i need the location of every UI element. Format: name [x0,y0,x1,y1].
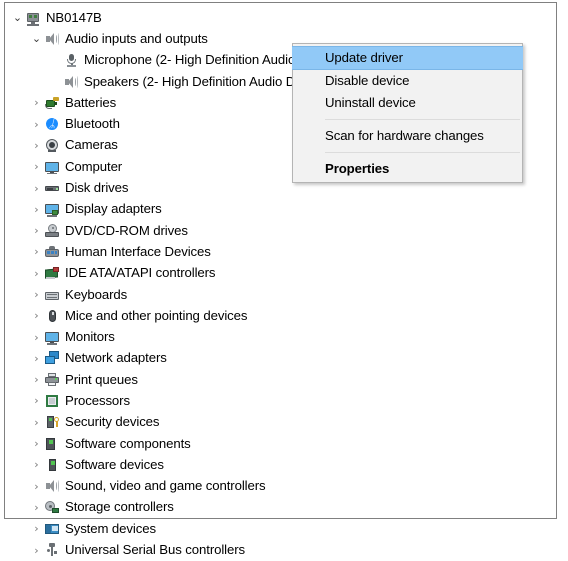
chevron-right-icon[interactable]: › [29,97,44,108]
tree-item-label: Display adapters [65,201,162,217]
tree-item-label: Software devices [65,456,164,472]
ide-controller-icon [44,265,60,281]
chevron-right-icon[interactable]: › [29,353,44,364]
tree-item-label: Storage controllers [65,499,174,515]
chevron-right-icon[interactable]: › [29,204,44,215]
network-adapter-icon [44,350,60,366]
dvd-drive-icon [44,223,60,239]
chevron-right-icon[interactable]: › [29,310,44,321]
processor-icon [44,393,60,409]
chevron-right-icon[interactable]: › [29,374,44,385]
chevron-right-icon[interactable]: › [29,119,44,130]
mouse-icon [44,308,60,324]
chevron-right-icon[interactable]: › [29,502,44,513]
tree-item[interactable]: › Human Interface Devices [5,241,556,262]
menu-item-scan-for-hardware-changes[interactable]: Scan for hardware changes [293,125,522,147]
tree-item-label: Keyboards [65,286,128,302]
tree-item-label: Security devices [65,414,160,430]
chevron-right-icon[interactable]: › [29,183,44,194]
chevron-right-icon[interactable]: › [29,545,44,556]
tree-item[interactable]: › Software devices [5,454,556,475]
battery-icon [44,95,60,111]
chevron-right-icon[interactable]: › [29,459,44,470]
menu-item-update-driver[interactable]: Update driver [292,46,523,70]
tree-item[interactable]: › Print queues [5,369,556,390]
speaker-icon [44,31,60,47]
tree-item-label: IDE ATA/ATAPI controllers [65,265,216,281]
menu-item-disable-device[interactable]: Disable device [293,70,522,92]
window-frame: ⌄ NB0147B ⌄ Audio inputs and outputs Microph… [4,2,557,557]
chevron-right-icon[interactable]: › [29,268,44,279]
monitor-icon [44,329,60,345]
disk-drive-icon [44,180,60,196]
chevron-right-icon[interactable]: › [29,246,44,257]
tree-item[interactable]: › Storage controllers [5,497,556,518]
tree-item-label: DVD/CD-ROM drives [65,222,188,238]
software-component-icon [44,436,60,452]
tree-item[interactable]: › Universal Serial Bus controllers [5,539,556,560]
menu-separator [325,119,520,120]
tree-item-label: Batteries [65,94,117,110]
chevron-right-icon[interactable]: › [29,140,44,151]
tree-item-label: Cameras [65,137,118,153]
microphone-icon [63,52,79,68]
chevron-right-icon[interactable]: › [29,289,44,300]
tree-item[interactable]: › Processors [5,390,556,411]
chevron-right-icon[interactable]: › [29,417,44,428]
tree-item-label: Bluetooth [65,116,120,132]
speaker-icon [44,478,60,494]
chevron-right-icon[interactable]: › [29,481,44,492]
tree-item[interactable]: › Monitors [5,326,556,347]
chevron-right-icon[interactable]: › [29,395,44,406]
menu-item-uninstall-device[interactable]: Uninstall device [293,92,522,114]
chevron-down-icon[interactable]: ⌄ [29,33,44,44]
keyboard-icon [44,287,60,303]
tree-item-label: Audio inputs and outputs [65,30,208,46]
tree-item[interactable]: › IDE ATA/ATAPI controllers [5,263,556,284]
tree-item-label: Human Interface Devices [65,243,211,259]
tree-item[interactable]: › Keyboards [5,284,556,305]
tree-item[interactable]: › Mice and other pointing devices [5,305,556,326]
tree-item-label: Network adapters [65,350,167,366]
tree-item-label: Sound, video and game controllers [65,478,266,494]
tree-item-label: Mice and other pointing devices [65,307,248,323]
usb-controller-icon [44,542,60,558]
camera-icon [44,137,60,153]
menu-separator [325,152,520,153]
monitor-icon [44,159,60,175]
display-adapter-icon [44,201,60,217]
storage-controller-icon [44,499,60,515]
tree-root-item[interactable]: ⌄ NB0147B [5,7,556,28]
tree-item-label: Print queues [65,371,138,387]
menu-item-properties[interactable]: Properties [293,158,522,180]
tree-item[interactable]: › DVD/CD-ROM drives [5,220,556,241]
chevron-right-icon[interactable]: › [29,438,44,449]
tree-item-label: Computer [65,158,123,174]
tree-item[interactable]: › Network adapters [5,348,556,369]
tree-item-label: Universal Serial Bus controllers [65,542,246,558]
device-manager-screenshot: ⌄ NB0147B ⌄ Audio inputs and outputs Microph… [0,0,568,557]
bluetooth-icon: ᛦ [44,116,60,132]
chevron-down-icon[interactable]: ⌄ [10,12,25,23]
speaker-icon [63,74,79,90]
tree-item-label: Software components [65,435,191,451]
tree-item[interactable]: › Security devices [5,412,556,433]
printer-icon [44,372,60,388]
tree-item-label: Processors [65,392,130,408]
computer-root-icon [25,10,41,26]
tree-item-label: Monitors [65,329,115,345]
hid-icon [44,244,60,260]
tree-item-label: NB0147B [46,9,102,25]
tree-item[interactable]: › Sound, video and game controllers [5,476,556,497]
chevron-right-icon[interactable]: › [29,225,44,236]
software-device-icon [44,457,60,473]
tree-item[interactable]: › Display adapters [5,199,556,220]
security-device-icon [44,414,60,430]
chevron-right-icon[interactable]: › [29,332,44,343]
device-context-menu[interactable]: Update driver Disable device Uninstall dev… [292,43,523,183]
tree-item-label: Disk drives [65,180,129,196]
tree-item[interactable]: › Software components [5,433,556,454]
chevron-right-icon[interactable]: › [29,161,44,172]
